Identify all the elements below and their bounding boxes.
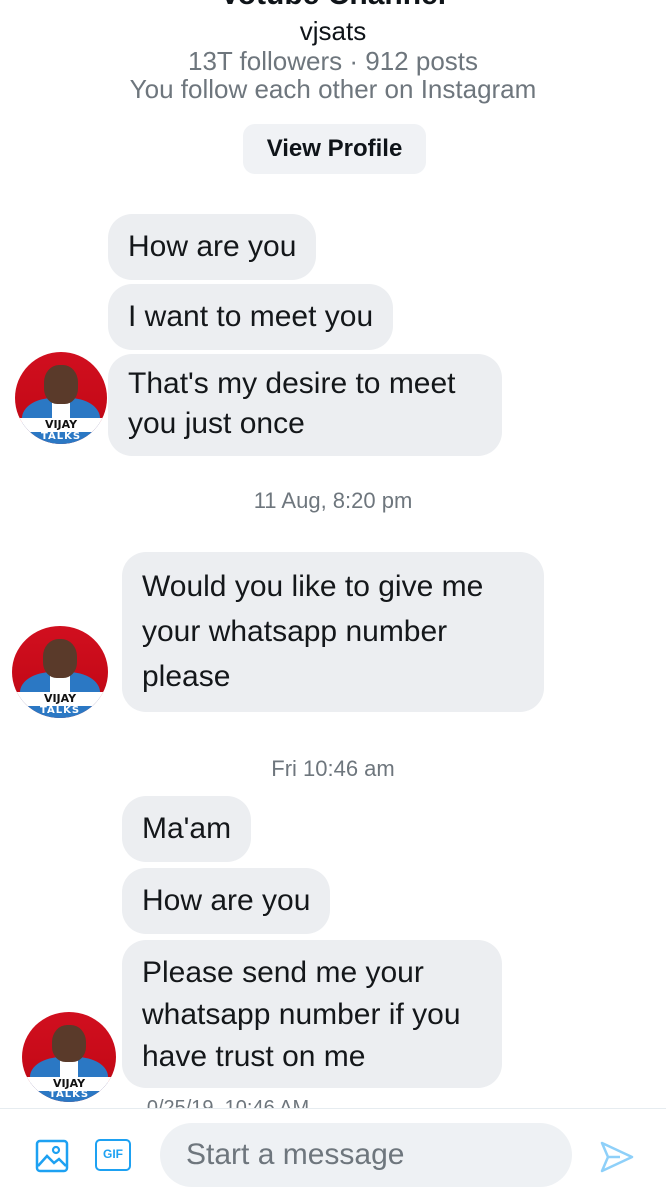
- message-timestamp: 11 Aug, 8:20 pm: [253, 488, 413, 513]
- image-icon[interactable]: [34, 1138, 70, 1174]
- sender-avatar[interactable]: VIJAY TALKS: [15, 352, 107, 444]
- avatar-sublabel: TALKS: [39, 705, 81, 717]
- message-timestamp: 0/25/19, 10:46 AM: [146, 1097, 310, 1108]
- sender-avatar[interactable]: VIJAY TALKS: [22, 1012, 116, 1102]
- message-bubble[interactable]: Please send me your whatsapp number if y…: [122, 940, 502, 1088]
- profile-display-name: Votube Channel: [0, 0, 666, 12]
- gif-icon[interactable]: GIF: [95, 1139, 131, 1171]
- profile-mutual-follow: You follow each other on Instagram: [129, 74, 537, 104]
- message-line: Please send me your: [142, 956, 424, 989]
- profile-stats: 13T followers · 912 posts: [188, 46, 478, 76]
- message-line: your whatsapp number: [142, 615, 448, 648]
- message-bubble[interactable]: Ma'am: [122, 796, 252, 862]
- view-profile-button[interactable]: View Profile: [243, 124, 426, 174]
- message-bubble[interactable]: That's my desire to meet you just once: [108, 354, 502, 456]
- message-timestamp: Fri 10:46 am: [271, 756, 395, 781]
- composer-bar: GIF Start a message: [0, 1108, 666, 1201]
- message-line: please: [142, 660, 231, 693]
- message-line: That's my desire to meet: [128, 367, 456, 400]
- sender-avatar[interactable]: VIJAY TALKS: [12, 626, 108, 718]
- message-line: have trust on me: [142, 1040, 366, 1073]
- message-bubble[interactable]: I want to meet you: [108, 284, 394, 350]
- message-input[interactable]: Start a message: [160, 1123, 572, 1187]
- message-bubble[interactable]: How are you: [122, 868, 331, 934]
- message-line: Would you like to give me: [142, 570, 484, 603]
- send-icon[interactable]: [598, 1139, 636, 1175]
- message-line: whatsapp number if you: [142, 998, 461, 1031]
- message-line: you just once: [128, 407, 305, 440]
- profile-username: vjsats: [299, 16, 367, 46]
- avatar-sublabel: TALKS: [40, 431, 82, 443]
- message-bubble[interactable]: How are you: [108, 214, 317, 280]
- message-bubble[interactable]: Would you like to give me your whatsapp …: [122, 552, 544, 712]
